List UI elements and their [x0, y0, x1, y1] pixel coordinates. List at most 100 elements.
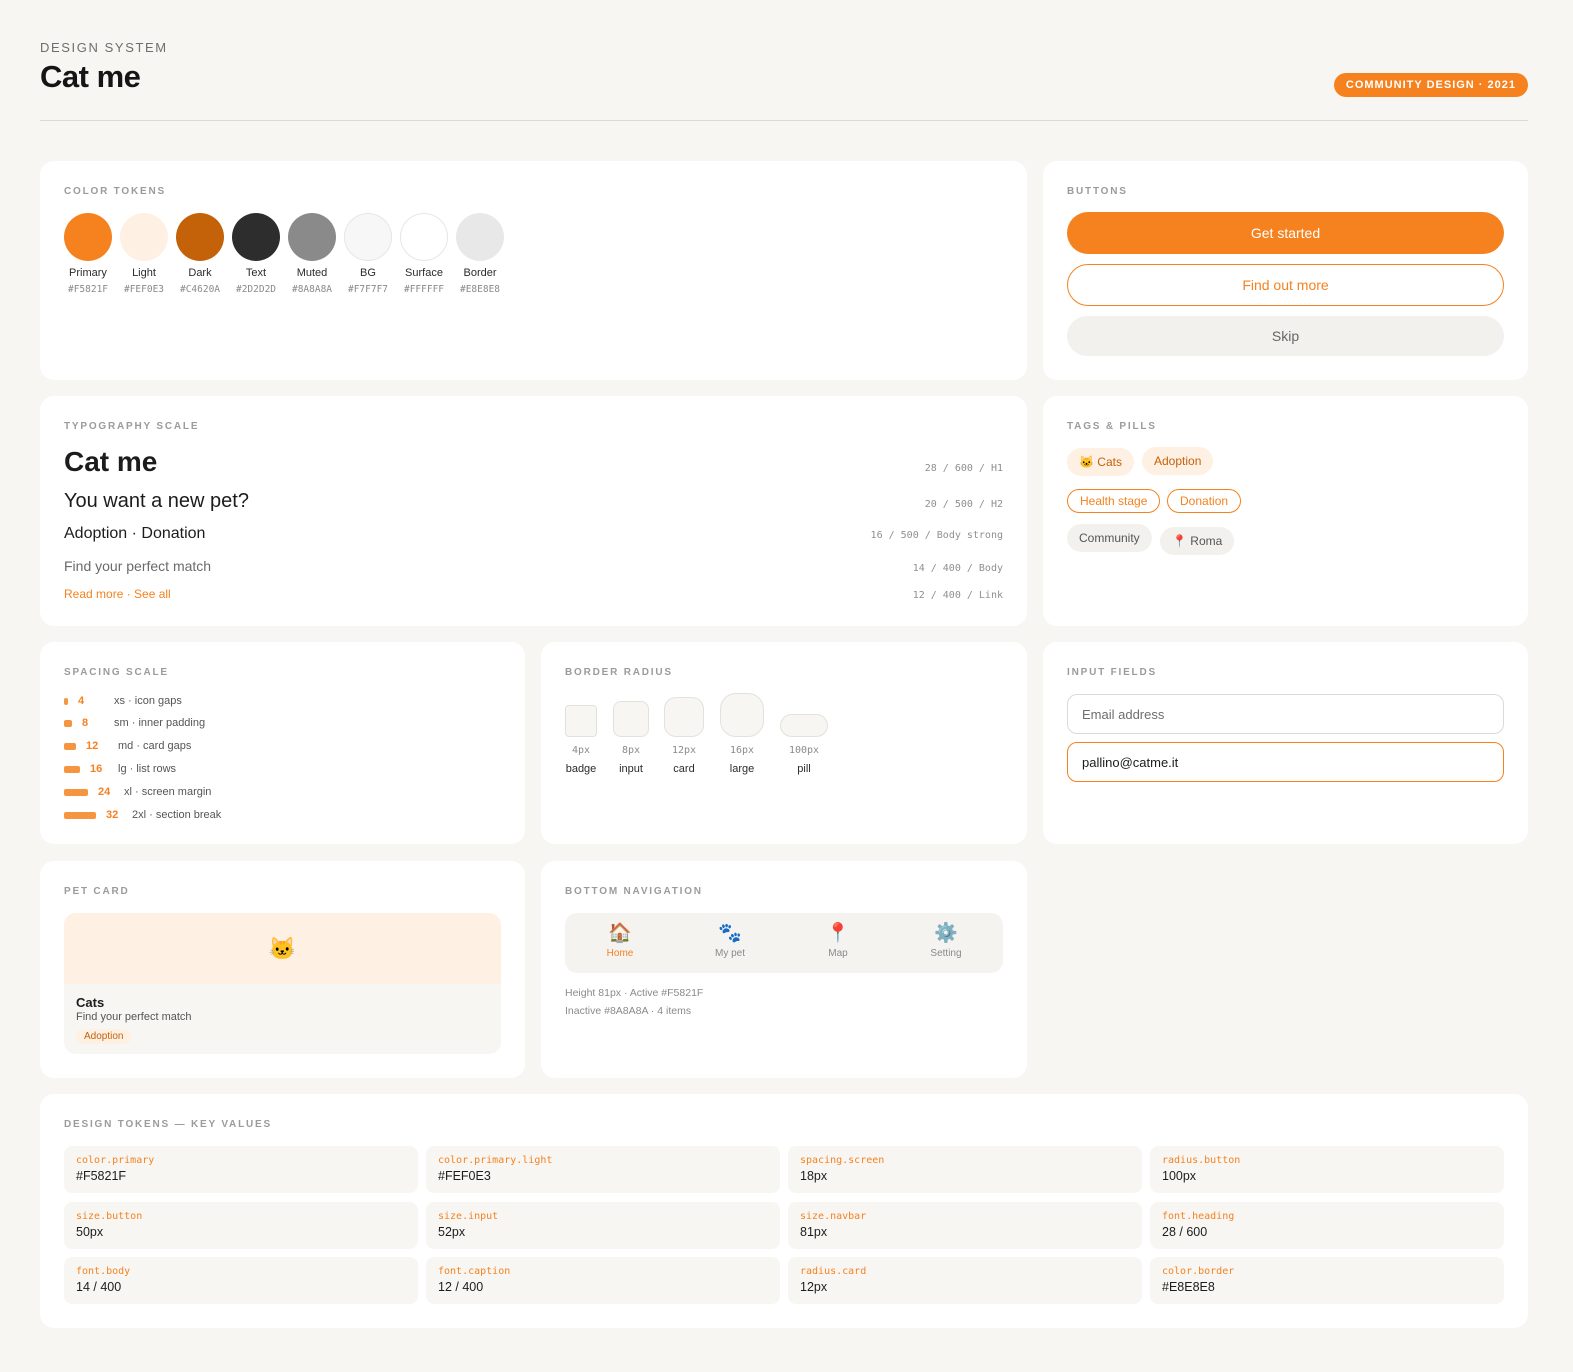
type-meta: 28 / 600 / H1 [924, 463, 1003, 474]
color-swatch-dark: Dark #C4620A [176, 213, 224, 295]
nav-label: Home [606, 948, 634, 959]
card-title: TAGS & PILLS [1067, 421, 1157, 432]
token-value: 18px [800, 1169, 828, 1183]
spacing-value: 16 [90, 763, 103, 775]
tag-donation[interactable]: Donation [1167, 489, 1242, 513]
radius-label: card [673, 763, 695, 775]
color-swatch-border: Border #E8E8E8 [456, 213, 504, 295]
radius-px: 8px [621, 745, 641, 756]
color-swatch-text: Text #2D2D2D [232, 213, 280, 295]
tag-roma[interactable]: 📍 Roma [1160, 527, 1235, 555]
pet-card-tag: Adoption [76, 1029, 132, 1044]
card-title: SPACING SCALE [64, 667, 169, 678]
spacing-value: 32 [106, 809, 119, 821]
nav-label: Setting [930, 948, 962, 959]
radius-sample-input: 8px input [601, 701, 661, 775]
type-meta: 14 / 400 / Body [912, 563, 1003, 574]
token-value: #E8E8E8 [1162, 1280, 1215, 1294]
card-title: PET CARD [64, 886, 130, 897]
radius-px: 16px [729, 745, 755, 756]
token-item: size.navbar 81px [788, 1202, 1142, 1249]
swatch-dot [456, 213, 504, 261]
token-key: color.primary [76, 1155, 155, 1166]
radius-px: 100px [788, 745, 820, 756]
sample-body: Find your perfect match [64, 558, 212, 574]
tag-adoption[interactable]: Adoption [1142, 447, 1214, 475]
sample-h1: Cat me [64, 446, 158, 477]
nav-item-my-pet[interactable]: 🐾 My pet [690, 923, 770, 959]
token-key: spacing.screen [800, 1155, 885, 1166]
spacing-value: 12 [86, 740, 99, 752]
inputs-card: INPUT FIELDS Email address pallino@catme… [1043, 642, 1528, 844]
spacing-bar [64, 742, 76, 750]
spacing-desc: xs · icon gaps [114, 695, 182, 707]
radius-box [565, 705, 597, 737]
radius-label: large [729, 763, 755, 775]
pet-card-section: PET CARD 🐱 Cats Find your perfect match … [40, 861, 525, 1078]
token-value: 12px [800, 1280, 828, 1294]
spacing-row: 24 xl · screen margin [64, 785, 211, 799]
spacing-bar [64, 811, 96, 819]
type-meta: 20 / 500 / H2 [924, 499, 1003, 510]
token-item: spacing.screen 18px [788, 1146, 1142, 1193]
swatch-hex: #FEF0E3 [123, 284, 165, 295]
page-title: Cat me [40, 59, 141, 94]
type-row-h1: Cat me 28 / 600 / H1 [64, 446, 1003, 478]
type-row-body-strong: Adoption · Donation 16 / 500 / Body stro… [64, 525, 1003, 543]
swatch-dot [344, 213, 392, 261]
page-header: DESIGN SYSTEM Cat me COMMUNITY DESIGN · … [40, 40, 1528, 121]
token-value: 52px [438, 1225, 466, 1239]
type-meta: 16 / 500 / Body strong [870, 530, 1003, 541]
skip-button[interactable]: Skip [1067, 316, 1504, 356]
color-tokens-card: COLOR TOKENS Primary #F5821F Light #FEF0E3… [40, 161, 1027, 380]
card-title: BORDER RADIUS [565, 667, 673, 678]
token-item: font.caption 12 / 400 [426, 1257, 780, 1304]
token-item: size.button 50px [64, 1202, 418, 1249]
paw-icon: 🐾 [718, 923, 742, 944]
tags-card: TAGS & PILLS 🐱 Cats Adoption Health stag… [1043, 396, 1528, 626]
tag-community[interactable]: Community [1067, 524, 1152, 552]
radius-sample-card: 12px card [654, 697, 714, 775]
radius-box [613, 701, 649, 737]
swatch-name: Muted [296, 267, 328, 279]
color-swatch-surface: Surface #FFFFFF [400, 213, 448, 295]
spacing-desc: md · card gaps [118, 740, 192, 752]
spacing-row: 12 md · card gaps [64, 739, 191, 753]
card-title: BUTTONS [1067, 186, 1128, 197]
pet-card[interactable]: 🐱 Cats Find your perfect match Adoption [64, 913, 501, 1054]
find-out-more-button[interactable]: Find out more [1067, 264, 1504, 306]
swatch-hex: #E8E8E8 [459, 284, 501, 295]
spacing-bar [64, 765, 80, 773]
swatch-dot [400, 213, 448, 261]
email-field-empty[interactable]: Email address [1067, 694, 1504, 734]
card-title: INPUT FIELDS [1067, 667, 1157, 678]
token-key: size.navbar [800, 1211, 867, 1222]
swatch-dot [120, 213, 168, 261]
swatch-name: Text [245, 267, 267, 279]
radius-sample-large: 16px large [712, 693, 772, 775]
token-value: 28 / 600 [1162, 1225, 1208, 1239]
pet-card-name: Cats [76, 995, 105, 1010]
token-item: radius.card 12px [788, 1257, 1142, 1304]
token-key: color.border [1162, 1266, 1235, 1277]
swatch-name: Light [132, 267, 156, 279]
token-item: radius.button 100px [1150, 1146, 1504, 1193]
radius-px: 12px [671, 745, 697, 756]
spacing-card: SPACING SCALE 4 xs · icon gaps 8 sm · inne… [40, 642, 525, 844]
token-key: font.body [76, 1266, 131, 1277]
map-pin-icon: 📍 [826, 923, 850, 944]
token-item: color.primary #F5821F [64, 1146, 418, 1193]
sample-link[interactable]: Read more · See all [64, 587, 171, 601]
type-row-h2: You want a new pet? 20 / 500 / H2 [64, 490, 1003, 513]
tag-health-stage[interactable]: Health stage [1067, 489, 1161, 513]
get-started-button[interactable]: Get started [1067, 212, 1504, 254]
nav-item-setting[interactable]: ⚙️ Setting [906, 923, 986, 959]
spacing-bar [64, 719, 72, 727]
email-field-focused[interactable]: pallino@catme.it [1067, 742, 1504, 782]
nav-label: My pet [714, 948, 745, 959]
card-title: BOTTOM NAVIGATION [565, 886, 703, 897]
color-swatch-bg: BG #F7F7F7 [344, 213, 392, 295]
tag-cats[interactable]: 🐱 Cats [1067, 448, 1134, 476]
nav-item-home[interactable]: 🏠 Home [580, 923, 660, 959]
nav-item-map[interactable]: 📍 Map [798, 923, 878, 959]
